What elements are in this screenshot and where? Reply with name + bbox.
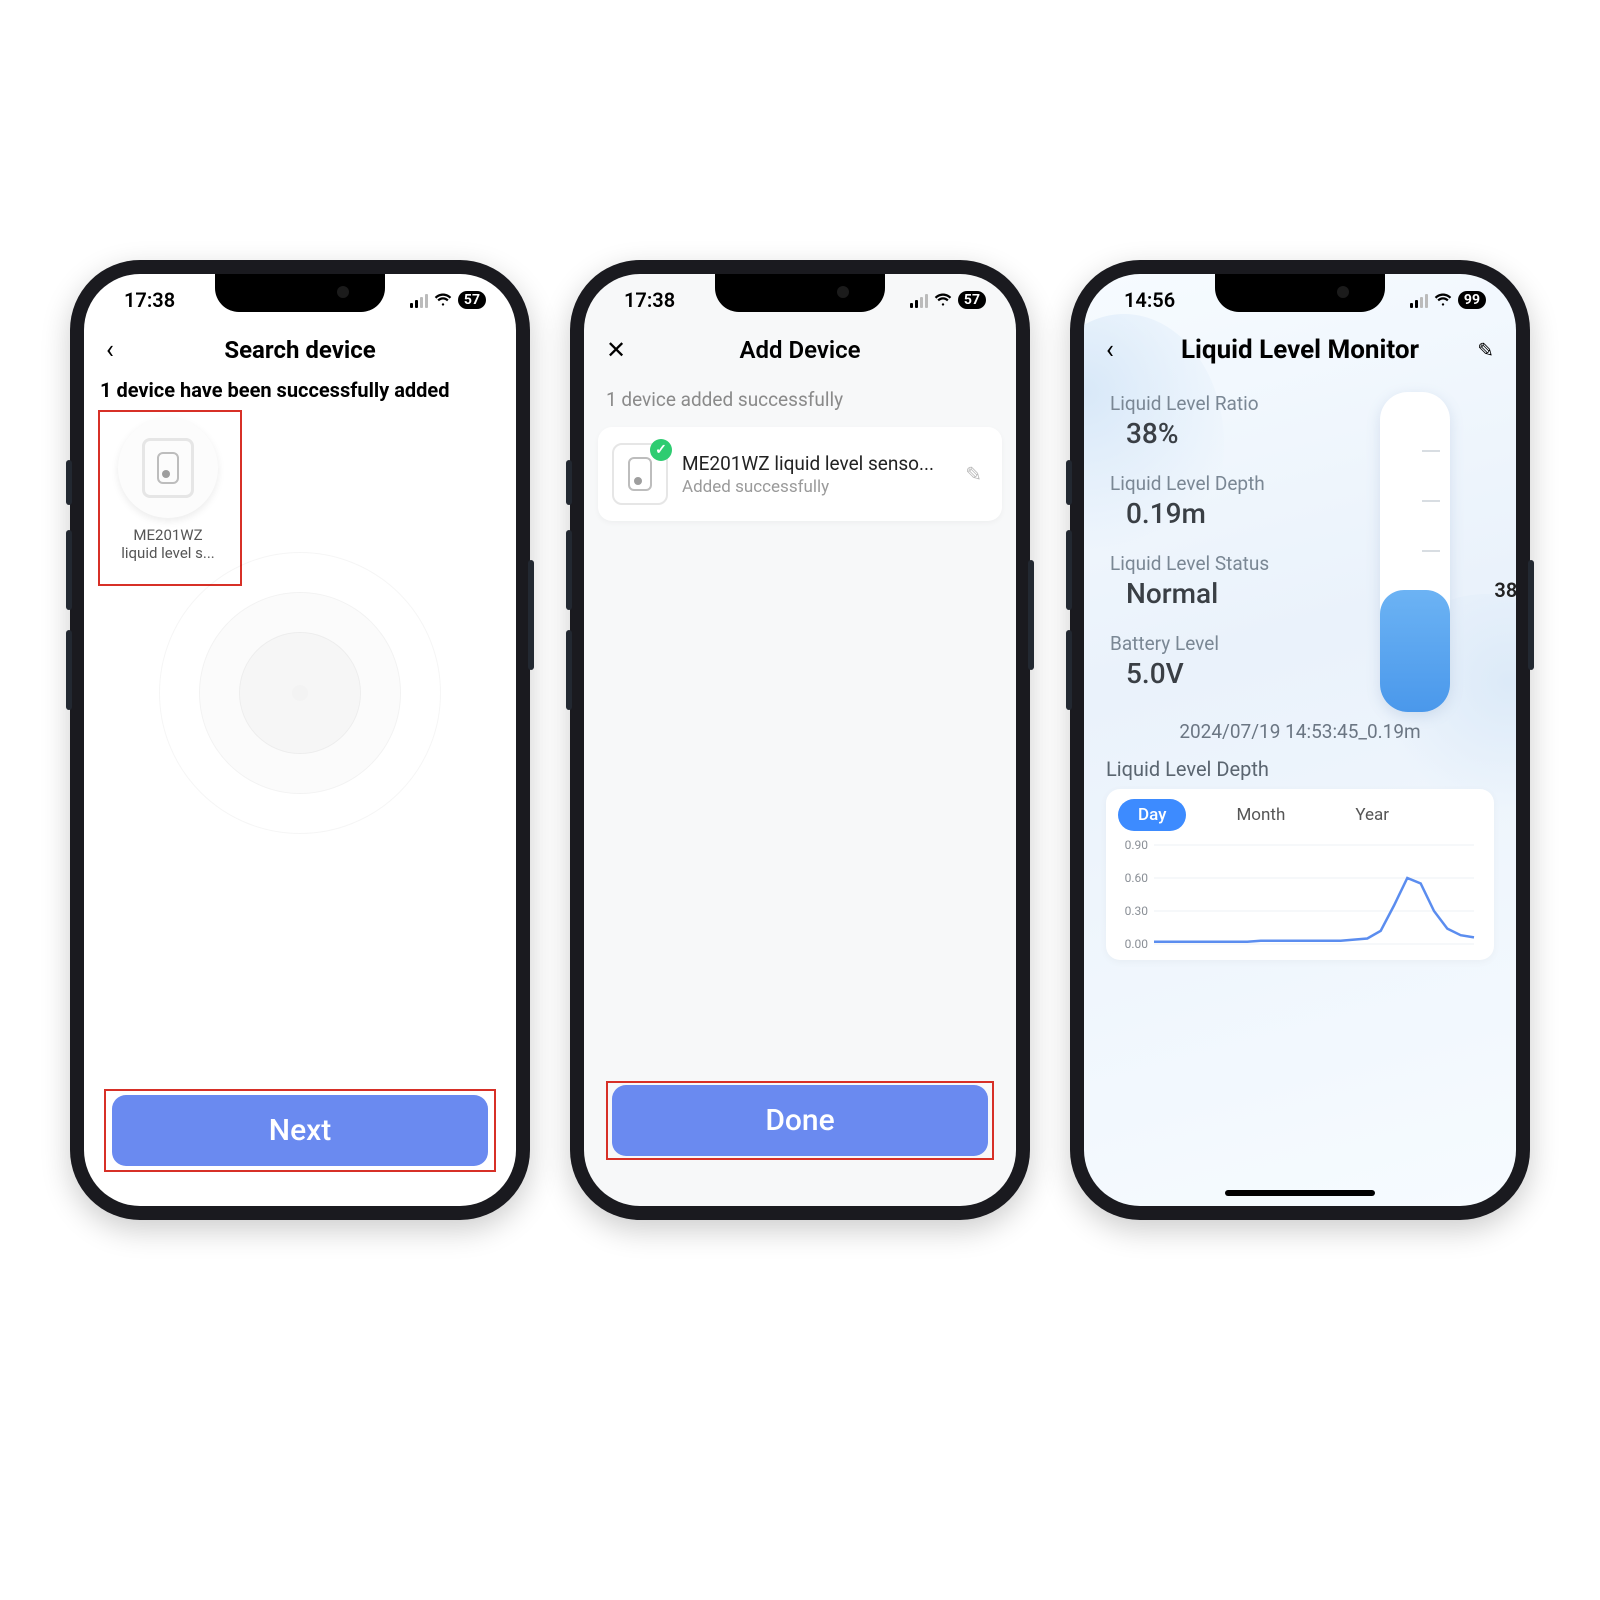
cellular-icon xyxy=(410,292,428,308)
device-name: ME201WZ liquid level senso... xyxy=(682,452,945,475)
svg-text:0.30: 0.30 xyxy=(1125,904,1149,918)
next-button[interactable]: Next xyxy=(112,1095,488,1166)
phone-frame-1: 17:38 57 ‹ Search device 1 device have b… xyxy=(70,260,530,1220)
status-time: 17:38 xyxy=(118,288,175,312)
tank-gauge: 38% xyxy=(1380,392,1490,712)
nav-bar: ‹ Liquid Level Monitor ✎ xyxy=(1084,326,1516,374)
cellular-icon xyxy=(910,292,928,308)
svg-text:0.90: 0.90 xyxy=(1125,839,1149,852)
chart-title: Liquid Level Depth xyxy=(1106,757,1494,781)
notch xyxy=(1215,274,1385,312)
notch xyxy=(715,274,885,312)
screenshot-canvas: 17:38 57 ‹ Search device 1 device have b… xyxy=(0,0,1600,1600)
back-icon[interactable]: ‹ xyxy=(106,335,114,365)
scan-radar xyxy=(150,543,450,843)
svg-text:0.00: 0.00 xyxy=(1125,937,1149,951)
edit-icon[interactable]: ✎ xyxy=(959,456,988,492)
page-title: Add Device xyxy=(739,336,860,364)
subtitle-text: 1 device have been successfully added xyxy=(84,374,516,412)
back-icon[interactable]: ‹ xyxy=(1106,335,1114,365)
nav-bar: ✕ Add Device xyxy=(584,326,1016,374)
device-icon xyxy=(118,418,218,518)
seg-year[interactable]: Year xyxy=(1335,799,1409,831)
time-range-segmented: Day Month Year xyxy=(1118,799,1482,831)
device-status: Added successfully xyxy=(682,477,945,497)
check-icon: ✓ xyxy=(650,439,672,461)
found-device-tile[interactable]: ME201WZ liquid level s... xyxy=(98,418,238,562)
tank-percent-label: 38% xyxy=(1494,578,1516,602)
svg-text:0.60: 0.60 xyxy=(1125,871,1149,885)
metric-battery: Battery Level 5.0V xyxy=(1110,632,1364,690)
phone-frame-2: 17:38 57 ✕ Add Device 1 device added suc… xyxy=(570,260,1030,1220)
status-time: 17:38 xyxy=(618,288,675,312)
metric-depth: Liquid Level Depth 0.19m xyxy=(1110,472,1364,530)
metric-ratio: Liquid Level Ratio 38% xyxy=(1110,392,1364,450)
edit-icon[interactable]: ✎ xyxy=(1477,338,1494,362)
close-icon[interactable]: ✕ xyxy=(606,336,626,364)
battery-indicator: 99 xyxy=(1458,291,1486,309)
metric-status: Liquid Level Status Normal xyxy=(1110,552,1364,610)
done-button[interactable]: Done xyxy=(612,1085,988,1156)
home-indicator xyxy=(1225,1190,1375,1196)
device-icon: ✓ xyxy=(612,443,668,505)
chart-card: Day Month Year 0.00 0.30 0.60 0.90 xyxy=(1106,789,1494,960)
battery-indicator: 57 xyxy=(958,291,986,309)
device-row[interactable]: ✓ ME201WZ liquid level senso... Added su… xyxy=(598,427,1002,521)
status-time: 14:56 xyxy=(1118,288,1175,312)
page-title: Liquid Level Monitor xyxy=(1181,335,1419,365)
battery-indicator: 57 xyxy=(458,291,486,309)
seg-day[interactable]: Day xyxy=(1118,799,1186,831)
cellular-icon xyxy=(1410,292,1428,308)
nav-bar: ‹ Search device xyxy=(84,326,516,374)
wifi-icon xyxy=(934,293,952,307)
notch xyxy=(215,274,385,312)
last-reading-timestamp: 2024/07/19 14:53:45_0.19m xyxy=(1084,720,1516,743)
depth-line-chart: 0.00 0.30 0.60 0.90 xyxy=(1118,839,1482,954)
tank-fill xyxy=(1380,590,1450,712)
phone-frame-3: 14:56 99 ‹ Liquid Level Monitor ✎ Liquid… xyxy=(1070,260,1530,1220)
seg-month[interactable]: Month xyxy=(1216,799,1305,831)
page-title: Search device xyxy=(224,336,375,364)
subtitle-text: 1 device added successfully xyxy=(584,374,1016,421)
wifi-icon xyxy=(1434,293,1452,307)
wifi-icon xyxy=(434,293,452,307)
